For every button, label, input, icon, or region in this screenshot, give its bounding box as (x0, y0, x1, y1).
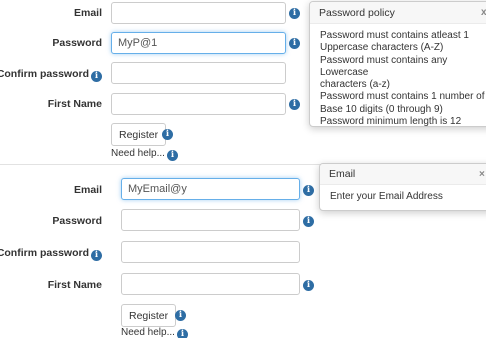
policy-line: characters (a-z) (320, 79, 391, 91)
policy-line: Base 10 digits (0 through 9) (320, 103, 443, 115)
email-label: Email (73, 184, 102, 196)
close-icon[interactable]: × (479, 169, 485, 180)
first-name-info-icon[interactable]: i (289, 99, 300, 110)
password-policy-popover: Password policy x Password must contains… (309, 1, 486, 127)
password-label: Password (52, 215, 102, 227)
register-button[interactable]: Register (111, 123, 167, 146)
confirm-password-info-icon[interactable]: i (91, 250, 102, 261)
policy-line: Password must contains 1 number of (320, 91, 485, 103)
email-field[interactable] (121, 178, 300, 200)
need-help-info-icon[interactable]: i (166, 150, 178, 161)
confirm-password-label: Confirm password i (0, 247, 102, 261)
popover-title: Email (320, 164, 486, 185)
popover-body: Enter your Email Address (330, 191, 443, 202)
password-field[interactable] (121, 209, 300, 231)
email-label: Email (73, 7, 102, 19)
policy-line: Password must contains any Lowercase (320, 54, 448, 78)
email-info-icon[interactable]: i (303, 185, 314, 196)
password-info-icon[interactable]: i (289, 38, 300, 49)
first-name-field[interactable] (111, 93, 286, 115)
first-name-info-icon[interactable]: i (303, 280, 314, 291)
confirm-password-field[interactable] (111, 62, 286, 84)
email-popover: Email × Enter your Email Address (319, 163, 486, 211)
first-name-label: First Name (47, 279, 102, 291)
policy-line: Password must contains atleast 1 (320, 30, 469, 41)
register-button[interactable]: Register (121, 304, 177, 327)
register-info-icon[interactable]: i (162, 129, 173, 140)
policy-line: Password minimum length is 12 (320, 116, 462, 127)
password-label: Password (52, 37, 102, 49)
close-icon[interactable]: x (481, 7, 486, 18)
password-field[interactable] (111, 32, 286, 54)
password-info-icon[interactable]: i (303, 216, 314, 227)
popover-title: Password policy (310, 2, 486, 24)
confirm-password-info-icon[interactable]: i (91, 71, 102, 82)
need-help-info-icon[interactable]: i (176, 329, 188, 338)
need-help-link[interactable]: Need help... i (121, 327, 188, 338)
email-info-icon[interactable]: i (289, 8, 300, 19)
policy-line: Uppercase characters (A-Z) (320, 42, 444, 54)
popover-body: Password must contains atleast 1 Upperca… (310, 24, 486, 127)
first-name-label: First Name (47, 98, 102, 110)
confirm-password-label: Confirm password i (0, 68, 102, 82)
need-help-link[interactable]: Need help... i (111, 148, 178, 161)
confirm-password-field[interactable] (121, 241, 300, 263)
first-name-field[interactable] (121, 273, 300, 295)
email-field[interactable] (111, 2, 286, 24)
register-info-icon[interactable]: i (175, 310, 186, 321)
